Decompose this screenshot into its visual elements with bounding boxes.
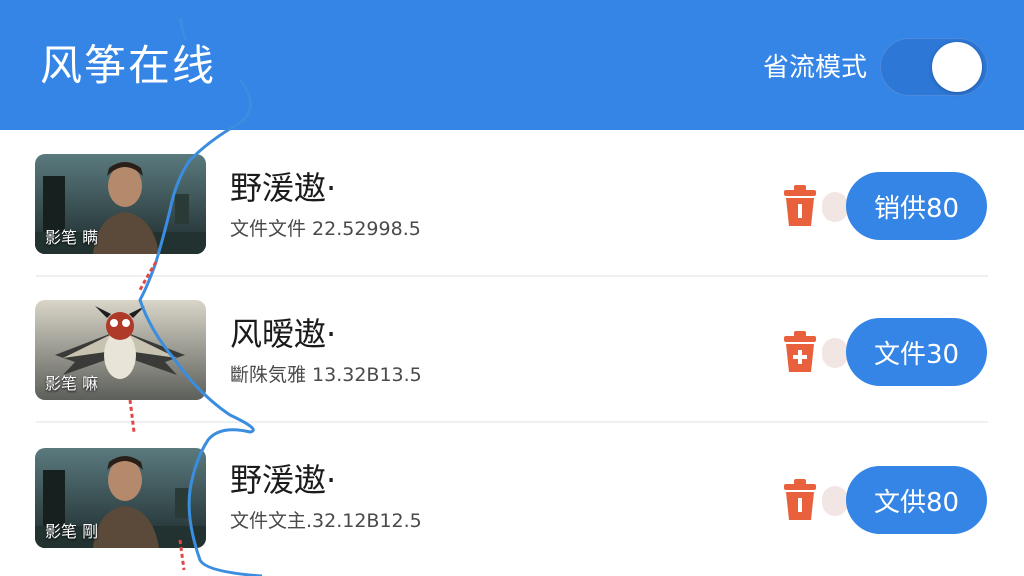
action-button[interactable]: 销供80 [846,172,987,240]
item-subtitle: 文件文件 22.52998.5 [230,218,421,240]
item-subtitle: 文件文主.32.12B12.5 [230,510,422,532]
item-title: 风暧遨· [230,315,337,353]
ghost-icon [822,338,848,368]
man-portrait-thumbnail[interactable]: 影笔 瞒 [35,154,206,254]
man-portrait-thumbnail[interactable]: 影笔 剛 [35,448,206,548]
data-saver-toggle[interactable] [880,38,988,96]
action-button[interactable]: 文件30 [846,318,987,386]
toggle-knob [932,42,982,92]
app-title: 风筝在线 [40,41,217,90]
list-item[interactable]: 影笔 剛 野湲遨· 文件文主.32.12B12.5 文供80 [0,422,1024,568]
thumbnail-caption: 影笔 瞒 [45,228,99,247]
action-button[interactable]: 文供80 [846,466,987,534]
thumbnail-caption: 影笔 嘛 [45,374,99,393]
trash-icon[interactable] [776,476,824,524]
trash-icon[interactable] [776,182,824,230]
item-title: 野湲遨· [230,461,337,499]
list-item[interactable]: 影笔 瞒 野湲遨· 文件文件 22.52998.5 销供80 [0,130,1024,276]
ghost-icon [822,486,848,516]
item-subtitle: 斷陎気雅 13.32B13.5 [230,364,422,386]
item-title: 野湲遨· [230,169,337,207]
kite-thumbnail[interactable]: 影笔 嘛 [35,300,206,400]
ghost-icon [822,192,848,222]
app-header: 风筝在线 省流模式 [0,0,1024,130]
list-item[interactable]: 影笔 嘛 风暧遨· 斷陎気雅 13.32B13.5 文件30 [0,276,1024,422]
thumbnail-caption: 影笔 剛 [45,522,99,541]
data-saver-label: 省流模式 [763,53,868,83]
trash-icon[interactable] [776,328,824,376]
